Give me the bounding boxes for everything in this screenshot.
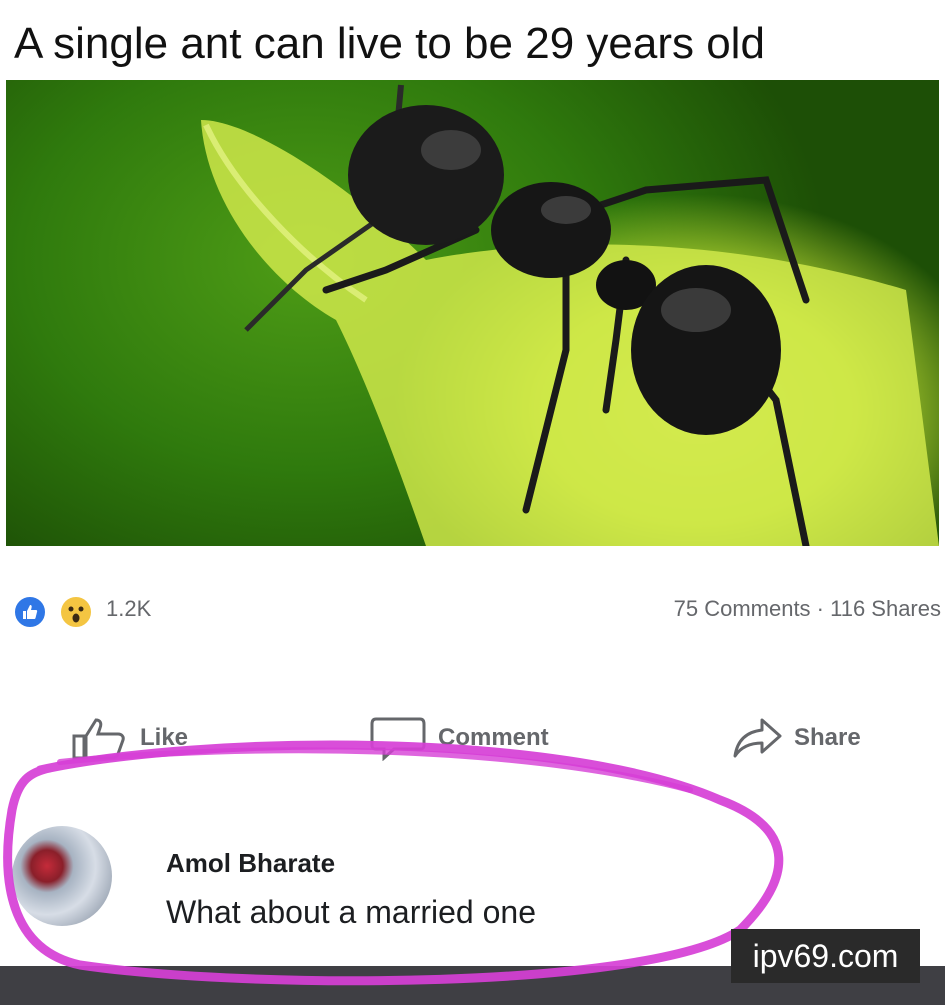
top-comment: Amol Bharate What about a married one bbox=[0, 808, 945, 948]
comments-shares-count[interactable]: 75 Comments · 116 Shares bbox=[674, 596, 941, 622]
share-arrow-icon bbox=[733, 718, 782, 758]
ant-illustration bbox=[201, 84, 939, 546]
thumbs-up-icon bbox=[72, 718, 125, 760]
post-photo[interactable] bbox=[6, 80, 939, 546]
watermark: ipv69.com bbox=[731, 929, 920, 983]
share-button[interactable]: Share bbox=[732, 708, 861, 768]
reactions-summary: 1.2K 75 Comments · 116 Shares bbox=[0, 588, 945, 634]
like-label: Like bbox=[140, 724, 189, 751]
like-button[interactable]: Like bbox=[70, 708, 188, 768]
reaction-count[interactable]: 1.2K bbox=[106, 596, 151, 622]
comment-bubble-icon bbox=[370, 717, 426, 761]
avatar[interactable] bbox=[12, 826, 112, 926]
share-label: Share bbox=[794, 724, 861, 751]
comment-button[interactable]: Comment bbox=[370, 708, 549, 768]
comment-author[interactable]: Amol Bharate bbox=[166, 848, 335, 879]
wow-icon bbox=[58, 594, 94, 630]
post-actions: Like Comment Share bbox=[0, 708, 945, 768]
comment-label: Comment bbox=[438, 724, 549, 751]
post-title: A single ant can live to be 29 years old bbox=[14, 19, 765, 68]
like-icon bbox=[12, 594, 48, 630]
reaction-icons[interactable] bbox=[12, 594, 102, 630]
comment-text: What about a married one bbox=[166, 894, 536, 930]
